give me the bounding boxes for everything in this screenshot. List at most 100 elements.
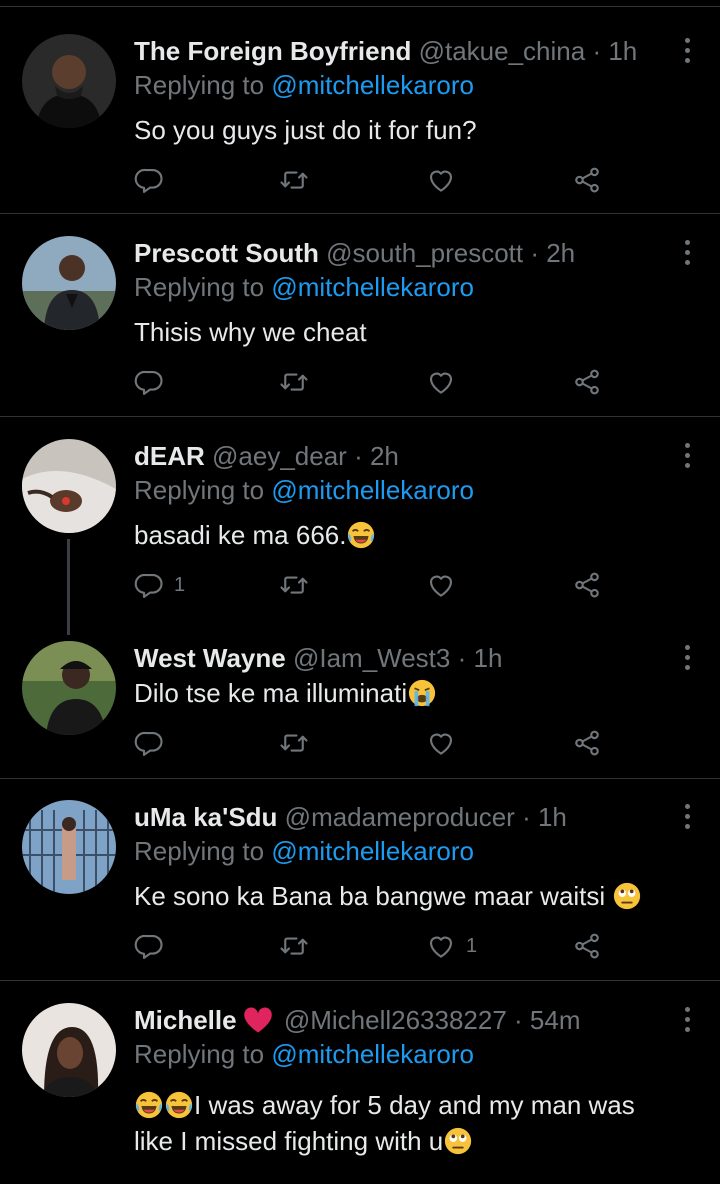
more-icon[interactable] <box>684 1007 692 1037</box>
tweet-header: Michelle @Michell26338227 · 54m <box>134 1003 581 1037</box>
reply-icon <box>134 931 164 961</box>
reply-button[interactable] <box>134 160 174 200</box>
replying-to-prefix: Replying to <box>134 272 265 302</box>
reply-button[interactable] <box>134 723 174 763</box>
replying-to-prefix: Replying to <box>134 475 265 505</box>
like-button[interactable] <box>426 565 466 605</box>
like-button[interactable] <box>426 160 466 200</box>
tweet-text: I was away for 5 day and my man was like… <box>134 1090 635 1156</box>
retweet-button[interactable] <box>279 160 319 200</box>
username[interactable]: @Iam_West3 <box>293 643 450 673</box>
like-button[interactable] <box>426 362 466 402</box>
share-button[interactable] <box>572 926 602 966</box>
replying-to-prefix: Replying to <box>134 1039 265 1069</box>
more-icon[interactable] <box>684 804 692 834</box>
mention-link[interactable]: @mitchellekaroro <box>271 272 474 302</box>
retweet-button[interactable] <box>279 362 319 402</box>
replying-to-prefix: Replying to <box>134 836 265 866</box>
thread-line <box>67 539 70 635</box>
share-button[interactable] <box>572 723 602 763</box>
avatar[interactable] <box>22 236 116 330</box>
avatar[interactable] <box>22 439 116 533</box>
username[interactable]: @takue_china <box>419 36 586 66</box>
like-button[interactable] <box>426 723 466 763</box>
retweet-button[interactable] <box>279 565 319 605</box>
more-icon[interactable] <box>684 38 692 68</box>
joy-emoji <box>346 520 376 550</box>
replying-to: Replying to @mitchellekaroro <box>134 475 474 506</box>
more-icon[interactable] <box>684 443 692 473</box>
heart-icon <box>426 165 456 195</box>
display-name[interactable]: Michelle <box>134 1005 237 1035</box>
tweet-header: Prescott South @south_prescott · 2h <box>134 236 575 270</box>
retweet-button[interactable] <box>279 926 319 966</box>
more-icon[interactable] <box>684 240 692 270</box>
username[interactable]: @aey_dear <box>212 441 347 471</box>
tweet-header: West Wayne @Iam_West3 · 1h <box>134 641 502 675</box>
reply-button[interactable] <box>134 926 174 966</box>
reply-icon <box>134 728 164 758</box>
share-button[interactable] <box>572 362 602 402</box>
tweet-text: basadi ke ma 666. <box>134 517 694 553</box>
avatar[interactable] <box>22 641 116 735</box>
retweet-icon <box>279 570 309 600</box>
share-icon <box>572 931 602 961</box>
display-name[interactable]: West Wayne <box>134 643 286 673</box>
username[interactable]: @Michell26338227 <box>284 1005 507 1035</box>
joy-emoji <box>164 1090 194 1120</box>
tweet-header: uMa ka'Sdu @madameproducer · 1h <box>134 800 567 834</box>
timestamp[interactable]: · 1h <box>592 36 637 66</box>
timestamp[interactable]: · 1h <box>458 643 503 673</box>
timestamp[interactable]: · 2h <box>530 238 575 268</box>
replying-to: Replying to @mitchellekaroro <box>134 272 474 303</box>
display-name[interactable]: The Foreign Boyfriend <box>134 36 411 66</box>
avatar[interactable] <box>22 34 116 128</box>
share-button[interactable] <box>572 160 602 200</box>
retweet-button[interactable] <box>279 723 319 763</box>
tweet-divider <box>0 213 720 214</box>
joy-emoji <box>134 1090 164 1120</box>
reply-icon <box>134 570 164 600</box>
tweet-actions <box>134 362 614 402</box>
timestamp[interactable]: · 2h <box>354 441 399 471</box>
tweet-actions: 1 <box>134 565 614 605</box>
username[interactable]: @south_prescott <box>326 238 523 268</box>
top-divider <box>0 6 720 7</box>
tweet-divider <box>0 778 720 779</box>
tweet-header: The Foreign Boyfriend @takue_china · 1h <box>134 34 637 68</box>
reply-button[interactable] <box>134 362 174 402</box>
timestamp[interactable]: · 54m <box>514 1005 580 1035</box>
tweet-text: So you guys just do it for fun? <box>134 115 477 145</box>
retweet-icon <box>279 367 309 397</box>
tweet-header: dEAR @aey_dear · 2h <box>134 439 399 473</box>
mention-link[interactable]: @mitchellekaroro <box>271 70 474 100</box>
timestamp[interactable]: · 1h <box>522 802 567 832</box>
share-icon <box>572 570 602 600</box>
reply-icon <box>134 165 164 195</box>
share-icon <box>572 165 602 195</box>
red-heart-emoji <box>243 1007 272 1033</box>
display-name[interactable]: uMa ka'Sdu <box>134 802 277 832</box>
avatar[interactable] <box>22 1003 116 1097</box>
heart-icon <box>426 367 456 397</box>
mention-link[interactable]: @mitchellekaroro <box>271 1039 474 1069</box>
mention-link[interactable]: @mitchellekaroro <box>271 836 474 866</box>
share-icon <box>572 728 602 758</box>
more-icon[interactable] <box>684 645 692 675</box>
tweet-divider <box>0 980 720 981</box>
tweet-actions: 1 <box>134 926 614 966</box>
reply-button[interactable]: 1 <box>134 565 185 605</box>
replying-to: Replying to @mitchellekaroro <box>134 70 474 101</box>
like-count: 1 <box>466 934 478 957</box>
like-button[interactable]: 1 <box>426 926 477 966</box>
share-button[interactable] <box>572 565 602 605</box>
avatar[interactable] <box>22 800 116 894</box>
display-name[interactable]: Prescott South <box>134 238 319 268</box>
mention-link[interactable]: @mitchellekaroro <box>271 475 474 505</box>
eye-roll-emoji <box>612 881 642 911</box>
eye-roll-emoji <box>443 1126 473 1156</box>
heart-icon <box>426 728 456 758</box>
retweet-icon <box>279 931 309 961</box>
username[interactable]: @madameproducer <box>285 802 515 832</box>
display-name[interactable]: dEAR <box>134 441 205 471</box>
